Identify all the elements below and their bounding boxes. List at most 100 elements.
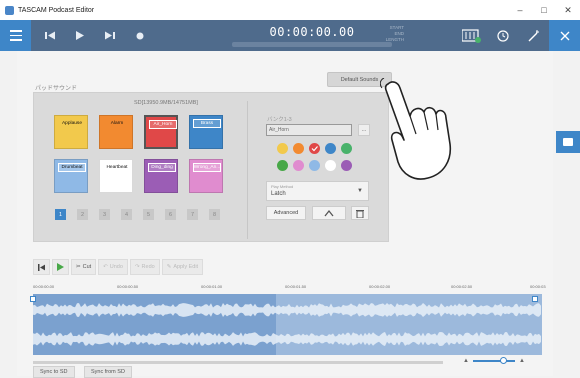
apply-edit-label: Apply Edit <box>173 264 199 270</box>
pad-panel: SD[13950.9MB/14751MB] Applause Alarm Air… <box>33 92 389 242</box>
timeline-label: 00:00:00.00 <box>33 284 55 289</box>
play-method-value: Latch <box>271 191 286 197</box>
share-icon <box>324 209 334 217</box>
more-button[interactable]: ... <box>358 124 370 136</box>
timeline-label: 00:00:02.00 <box>369 284 391 289</box>
scissors-icon: ✂ <box>76 264 81 270</box>
skip-start-button[interactable] <box>33 259 50 275</box>
color-red-selected[interactable] <box>309 143 320 154</box>
bank-selector: 1 2 3 4 5 6 7 8 <box>55 209 220 220</box>
color-light-blue[interactable] <box>309 160 320 171</box>
bank-2[interactable]: 2 <box>77 209 88 220</box>
timecode-display: 00:00:00.00 <box>228 23 396 47</box>
horizontal-scrollbar[interactable] <box>33 361 443 364</box>
length-label: LENGTH <box>385 37 404 42</box>
zoom-in-icon[interactable]: ▲ <box>519 358 525 364</box>
pad-heartbeat[interactable]: Heartbeat <box>99 159 133 193</box>
selection-end-handle[interactable] <box>532 296 538 302</box>
check-icon <box>311 146 318 152</box>
pad-air-horn[interactable]: Air_Horn <box>144 115 178 149</box>
timeline-label: 00:00:00.50 <box>117 284 139 289</box>
close-panel-button[interactable] <box>549 20 580 51</box>
close-window-button[interactable]: ✕ <box>556 0 580 20</box>
bank-4[interactable]: 4 <box>121 209 132 220</box>
timeline-label: 00:00:01.50 <box>285 284 307 289</box>
color-white[interactable] <box>325 160 336 171</box>
timeline-ruler[interactable]: 00:00:00.00 00:00:00.50 00:00:01.00 00:0… <box>33 284 546 293</box>
skip-forward-button[interactable] <box>95 20 125 51</box>
timeline-label: 00:00:03 <box>530 284 546 289</box>
pad-wrong-answer[interactable]: Wrong_An... <box>189 159 223 193</box>
sync-to-sd-button[interactable]: Sync to SD <box>33 366 75 378</box>
pad-name-field[interactable]: Air_Horn <box>266 124 352 136</box>
play-method-select[interactable]: Play Method Latch ▼ <box>266 181 369 201</box>
pad-label: Brass <box>193 119 221 128</box>
play-icon <box>76 31 84 40</box>
position-bar[interactable] <box>232 42 392 47</box>
play-button[interactable] <box>65 20 95 51</box>
pad-drumbeat[interactable]: Drumbeat <box>54 159 88 193</box>
side-panel-tab[interactable] <box>556 131 580 153</box>
color-dark-green[interactable] <box>277 160 288 171</box>
sd-capacity: SD[13950.9MB/14751MB] <box>134 100 198 106</box>
selection-start-handle[interactable] <box>30 296 36 302</box>
history-button[interactable] <box>487 20 518 51</box>
minimize-button[interactable]: – <box>508 0 532 20</box>
zoom-slider[interactable] <box>472 357 515 364</box>
color-pink[interactable] <box>293 160 304 171</box>
wand-icon <box>528 29 539 41</box>
close-icon <box>560 31 569 40</box>
pad-label: Applause <box>61 121 82 126</box>
zoom-out-icon[interactable]: ▲ <box>463 358 469 364</box>
pencil-icon: ✎ <box>166 264 172 270</box>
mixer-button[interactable] <box>456 20 487 51</box>
bank-6[interactable]: 6 <box>165 209 176 220</box>
waveform[interactable] <box>33 294 542 355</box>
color-purple[interactable] <box>341 160 352 171</box>
pad-ding-ding[interactable]: Ding_ding <box>144 159 178 193</box>
redo-button[interactable]: ↷ Redo <box>129 259 160 275</box>
bank-pad-label: バンク1-3 <box>267 117 292 123</box>
waveform-graphic <box>33 303 541 346</box>
start-end-length: START END LENGTH <box>378 25 408 43</box>
effects-button[interactable] <box>518 20 549 51</box>
timeline-label: 00:00:01.00 <box>201 284 223 289</box>
undo-button[interactable]: ↶ Undo <box>98 259 128 275</box>
color-green[interactable] <box>341 143 352 154</box>
bank-8[interactable]: 8 <box>209 209 220 220</box>
share-button[interactable] <box>312 206 346 220</box>
play-icon <box>57 263 64 271</box>
bank-1[interactable]: 1 <box>55 209 66 220</box>
color-orange[interactable] <box>293 143 304 154</box>
timeline-label: 00:00:02.50 <box>451 284 473 289</box>
pad-label: Ding_ding <box>148 163 176 172</box>
apply-edit-button[interactable]: ✎ Apply Edit <box>161 259 204 275</box>
color-blue[interactable] <box>325 143 336 154</box>
skip-start-icon <box>38 263 45 271</box>
mixer-icon <box>461 28 481 43</box>
maximize-button[interactable]: □ <box>532 0 556 20</box>
color-yellow[interactable] <box>277 143 288 154</box>
window-titlebar: TASCAM Podcast Editor – □ ✕ <box>0 0 580 20</box>
skip-back-button[interactable] <box>35 20 65 51</box>
edit-play-button[interactable] <box>52 259 69 275</box>
zoom-knob[interactable] <box>499 357 507 364</box>
pad-brass[interactable]: Brass <box>189 115 223 149</box>
pad-label: Drumbeat <box>58 163 86 172</box>
sync-from-sd-button[interactable]: Sync from SD <box>84 366 132 378</box>
app-icon <box>5 5 14 15</box>
bank-7[interactable]: 7 <box>187 209 198 220</box>
pad-applause[interactable]: Applause <box>54 115 88 149</box>
pad-label: Wrong_An... <box>193 163 221 172</box>
pad-section-title: パッドサウンド <box>35 86 78 92</box>
pad-alarm[interactable]: Alarm <box>99 115 133 149</box>
record-button[interactable] <box>125 20 155 51</box>
delete-button[interactable] <box>351 206 369 220</box>
cut-button[interactable]: ✂ Cut <box>71 259 97 275</box>
skip-back-icon <box>45 31 55 40</box>
bank-3[interactable]: 3 <box>99 209 110 220</box>
advanced-button[interactable]: Advanced <box>266 206 306 220</box>
folder-icon <box>563 138 573 146</box>
menu-button[interactable] <box>0 20 31 51</box>
bank-5[interactable]: 5 <box>143 209 154 220</box>
